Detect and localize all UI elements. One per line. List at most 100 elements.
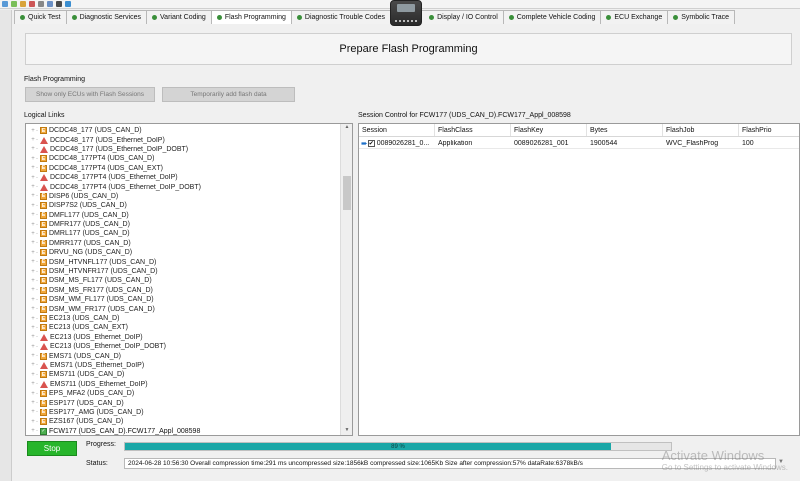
tree-item[interactable]: + - E ESP177_AMG (UDS_CAN_D) [26, 408, 340, 417]
tree-item[interactable]: + - E DCDC48_177 (UDS_CAN_D) [26, 126, 340, 135]
temporarily-add-flash-data-button[interactable]: Temporarily add flash data [162, 87, 295, 102]
column-header-flashjob[interactable]: FlashJob [663, 124, 739, 136]
tab-quick-test[interactable]: Quick Test [14, 10, 67, 24]
tree-item[interactable]: + - ✓ FCW177 (UDS_CAN_D).FCW177_Appl_008598 [26, 427, 340, 436]
tree-item[interactable]: + - E DSM_HTVNFR177 (UDS_CAN_D) [26, 267, 340, 276]
tree-item[interactable]: + - E DMRL177 (UDS_CAN_D) [26, 229, 340, 238]
tree-item-label: DCDC48_177PT4 (UDS_CAN_D) [49, 155, 155, 163]
settings-icon[interactable] [29, 1, 35, 7]
ecu-icon: E [40, 230, 47, 238]
tree-item-label: DMRL177 (UDS_CAN_D) [49, 230, 130, 238]
tree-item-label: EC213 (UDS_Ethernet_DoIP) [50, 333, 143, 341]
status-dot-icon [71, 15, 77, 20]
logical-links-tree[interactable]: + - E DCDC48_177 (UDS_CAN_D) + - DCDC48_177 (U… [25, 123, 353, 436]
stop-button[interactable]: Stop [27, 441, 77, 456]
tab-symbolic-trace[interactable]: Symbolic Trace [667, 10, 736, 24]
tab-diagnostic-services[interactable]: Diagnostic Services [65, 10, 148, 24]
table-row[interactable]: ➨ ✔ 0089026281_0... Applikation 00890262… [359, 138, 799, 149]
warning-icon [40, 380, 48, 388]
tree-item[interactable]: + - E EZS167 (UDS_CAN_D) [26, 417, 340, 426]
tree-item[interactable]: + - E DSM_HTVNFL177 (UDS_CAN_D) [26, 257, 340, 266]
ecu-icon: E [40, 211, 47, 219]
refresh-icon[interactable] [20, 1, 26, 7]
tree-item[interactable]: + - E DISP6 (UDS_CAN_D) [26, 192, 340, 201]
scroll-thumb[interactable] [343, 176, 351, 210]
back-icon[interactable] [11, 1, 17, 7]
tree-item[interactable]: + - E DSM_MS_FR177 (UDS_CAN_D) [26, 286, 340, 295]
tree-scrollbar[interactable]: ▲ ▼ [340, 124, 352, 435]
tab-flash-programming[interactable]: Flash Programming [210, 10, 292, 24]
tree-item[interactable]: + - E DSM_WM_FR177 (UDS_CAN_D) [26, 304, 340, 313]
tree-item-label: EC213 (UDS_CAN_D) [49, 315, 120, 322]
tree-item[interactable]: + - E DCDC48_177PT4 (UDS_CAN_D) [26, 154, 340, 163]
tree-item-label: EMS71 (UDS_CAN_D) [49, 352, 121, 360]
tree-item[interactable]: + - E DCDC48_177PT4 (UDS_CAN_EXT) [26, 164, 340, 173]
status-label: Status: [86, 460, 108, 467]
tree-item[interactable]: + - E ESP177 (UDS_CAN_D) [26, 398, 340, 407]
ecu-icon: E [40, 286, 47, 294]
tree-item[interactable]: + - E DSM_MS_FL177 (UDS_CAN_D) [26, 276, 340, 285]
tree-item-label: ESP177 (UDS_CAN_D) [49, 399, 124, 407]
column-header-bytes[interactable]: Bytes [587, 124, 663, 136]
show-only-ecus-button[interactable]: Show only ECUs with Flash Sessions [25, 87, 155, 102]
session-checkbox[interactable]: ✔ [367, 139, 375, 147]
tree-item-label: DSM_WM_FR177 (UDS_CAN_D) [49, 305, 155, 313]
tree-item[interactable]: + - DCDC48_177PT4 (UDS_Ethernet_DoIP_DOBT) [26, 182, 340, 191]
column-header-flashkey[interactable]: FlashKey [511, 124, 587, 136]
ecu-active-icon: ✓ [40, 427, 47, 435]
scroll-down-icon[interactable]: ▼ [341, 427, 352, 435]
tab-diagnostic-trouble-codes[interactable]: Diagnostic Trouble Codes [290, 10, 392, 24]
scroll-up-icon[interactable]: ▲ [341, 124, 352, 132]
tree-item[interactable]: + - E DRVU_NG (UDS_CAN_D) [26, 248, 340, 257]
warning-icon [40, 183, 48, 191]
tree-item[interactable]: + - E DMFR177 (UDS_CAN_D) [26, 220, 340, 229]
tree-item-label: DMFL177 (UDS_CAN_D) [49, 211, 129, 219]
tab-ecu-exchange[interactable]: ECU Exchange [600, 10, 669, 24]
tree-item-label: EPS_MFA2 (UDS_CAN_D) [49, 390, 135, 398]
tree-item-label: DCDC48_177PT4 (UDS_CAN_EXT) [49, 164, 163, 172]
tab-strip: Quick Test Diagnostic Services Variant C… [14, 10, 750, 24]
tree-item[interactable]: + - DCDC48_177 (UDS_Ethernet_DoIP_DOBT) [26, 145, 340, 154]
tree-item[interactable]: + - E DMRR177 (UDS_CAN_D) [26, 239, 340, 248]
tree-item[interactable]: + - E EC213 (UDS_CAN_D) [26, 314, 340, 323]
tab-complete-vehicle-coding[interactable]: Complete Vehicle Coding [502, 10, 602, 24]
tree-item[interactable]: + - EMS711 (UDS_Ethernet_DoIP) [26, 380, 340, 389]
ecu-icon: E [40, 164, 47, 172]
warning-icon [40, 333, 48, 341]
ecu-icon: E [40, 221, 47, 229]
cell-flashclass: Applikation [438, 139, 473, 147]
tree-item[interactable]: + - E EMS71 (UDS_CAN_D) [26, 351, 340, 360]
tree-item[interactable]: + - DCDC48_177PT4 (UDS_Ethernet_DoIP) [26, 173, 340, 182]
tree-item-label: EMS711 (UDS_CAN_D) [49, 371, 125, 379]
tree-item[interactable]: + - DCDC48_177 (UDS_Ethernet_DoIP) [26, 135, 340, 144]
tree-item[interactable]: + - E EPS_MFA2 (UDS_CAN_D) [26, 389, 340, 398]
tree-item[interactable]: + - E DSM_WM_FL177 (UDS_CAN_D) [26, 295, 340, 304]
tree-item[interactable]: + - E EMS711 (UDS_CAN_D) [26, 370, 340, 379]
help-icon[interactable] [56, 1, 62, 7]
page-header: Prepare Flash Programming [25, 33, 792, 65]
tree-item[interactable]: + - E DMFL177 (UDS_CAN_D) [26, 211, 340, 220]
page-title: Prepare Flash Programming [339, 43, 478, 55]
column-header-session[interactable]: Session [359, 124, 435, 136]
save-icon[interactable] [47, 1, 53, 7]
tree-item-label: DSM_WM_FL177 (UDS_CAN_D) [49, 296, 154, 304]
tree-item[interactable]: + - EC213 (UDS_Ethernet_DoIP_DOBT) [26, 342, 340, 351]
tab-variant-coding[interactable]: Variant Coding [146, 10, 212, 24]
tree-item-label: DMRR177 (UDS_CAN_D) [49, 239, 131, 247]
column-header-flashclass[interactable]: FlashClass [435, 124, 511, 136]
tree-item[interactable]: + - E EC213 (UDS_CAN_EXT) [26, 323, 340, 332]
info-icon[interactable] [65, 1, 71, 7]
ecu-icon: E [40, 258, 47, 266]
status-dot-icon [216, 15, 222, 20]
progress-bar: 89 % [124, 442, 672, 451]
tree-item[interactable]: + - E DISP7S2 (UDS_CAN_D) [26, 201, 340, 210]
home-icon[interactable] [2, 1, 8, 7]
tree-item-label: EC213 (UDS_Ethernet_DoIP_DOBT) [50, 343, 166, 351]
tree-item-label: DCDC48_177PT4 (UDS_Ethernet_DoIP_DOBT) [50, 183, 201, 191]
column-header-flashprio[interactable]: FlashPrio [739, 124, 799, 136]
tree-item[interactable]: + - EMS71 (UDS_Ethernet_DoIP) [26, 361, 340, 370]
warning-icon [40, 361, 48, 369]
print-icon[interactable] [38, 1, 44, 7]
tree-item[interactable]: + - EC213 (UDS_Ethernet_DoIP) [26, 333, 340, 342]
ecu-icon: E [40, 277, 47, 285]
